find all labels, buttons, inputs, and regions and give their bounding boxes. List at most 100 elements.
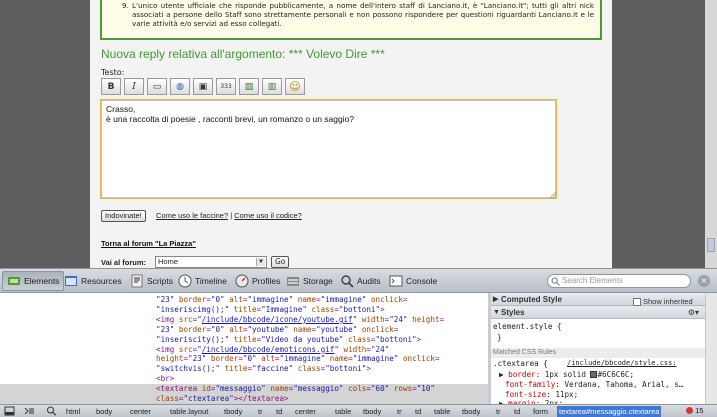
tab-timeline[interactable]: Timeline	[174, 271, 231, 291]
testo-label: Testo:	[101, 68, 125, 77]
prop-border[interactable]: ▶ border: 1px solid #6C6C6C;	[499, 370, 634, 379]
breadcrumb-item[interactable]: tbody	[460, 406, 482, 417]
breadcrumb-item[interactable]: tbody	[361, 406, 383, 417]
page-scrollbar[interactable]	[705, 0, 717, 268]
chevron-down-icon: ▼	[256, 258, 265, 266]
breadcrumb-item[interactable]: table	[432, 406, 452, 417]
breadcrumb-item[interactable]: form	[531, 406, 550, 417]
back-to-forum-link[interactable]: Torna al forum "La Piazza"	[101, 239, 196, 248]
computed-style-label: Computed Style	[501, 295, 562, 304]
dock-icon[interactable]	[4, 406, 15, 416]
computed-style-header[interactable]: ▶ Computed Style Show inherited	[491, 293, 705, 306]
dom-line[interactable]: "23" border="0" alt="immagine" name="imm…	[156, 295, 408, 305]
dom-line[interactable]: "switchvis();" title="faccine" class="bo…	[156, 364, 371, 374]
collapse-triangle-icon: ▼	[493, 309, 500, 316]
error-count-value: 15	[695, 406, 704, 415]
breadcrumb-item[interactable]: td	[413, 406, 423, 417]
dom-line[interactable]: height="23" border="0" alt="immagine" na…	[156, 354, 440, 364]
tab-resources-label: Resources	[81, 276, 122, 286]
forum-page: 9. L'unico utente ufficiale che risponde…	[90, 0, 612, 268]
tab-timeline-label: Timeline	[195, 276, 227, 286]
rule-selector[interactable]: .ctextarea {	[493, 359, 548, 368]
tab-profiles[interactable]: Profiles	[231, 271, 284, 291]
breadcrumb-item[interactable]: center	[293, 406, 318, 417]
breadcrumb-item[interactable]: td	[512, 406, 522, 417]
prop-font-size-name: font-size	[505, 390, 547, 399]
breadcrumb-item[interactable]: tbody	[222, 406, 244, 417]
search-elements-input[interactable]: Search Elements	[547, 274, 691, 288]
web-inspector: Elements Resources Scripts Timeline Prof…	[0, 268, 717, 417]
link-button[interactable]: ◍	[170, 78, 190, 95]
italic-glyph: I	[132, 81, 136, 92]
page-scrollbar-thumb[interactable]	[707, 238, 715, 252]
film-icon: ▥	[267, 81, 277, 92]
resources-icon	[65, 276, 77, 286]
breadcrumb-item[interactable]: tr	[395, 406, 404, 417]
code-button[interactable]: ▣	[193, 78, 213, 95]
prop-font-family[interactable]: font-family: Verdana, Tahoma, Arial, s…	[505, 380, 683, 389]
browser-viewport: 9. L'unico utente ufficiale che risponde…	[0, 0, 717, 268]
bbcode-toolbar: B I ▭ ◍ ▣ 333 ▨ ▥ ☺	[101, 78, 305, 98]
styles-header[interactable]: ▼ Styles ⚙▾	[491, 306, 705, 319]
tab-scripts[interactable]: Scripts	[126, 271, 177, 291]
breadcrumb-selected[interactable]: textarea#messaggio.ctextarea	[557, 406, 662, 417]
elements-icon	[8, 277, 20, 285]
matched-rules-label: Matched CSS Rules	[491, 348, 705, 358]
dom-line[interactable]: <br>	[156, 374, 174, 384]
rules-item-number: 9.	[122, 1, 129, 10]
tab-storage[interactable]: Storage	[282, 271, 337, 291]
rule-source-link[interactable]: /include/bbcode/style.css:	[567, 359, 677, 367]
tab-console[interactable]: Console	[385, 271, 441, 291]
close-icon[interactable]: ×	[698, 275, 710, 287]
resize-grip-icon[interactable]	[548, 190, 556, 198]
tab-audits-label: Audits	[357, 276, 381, 286]
breadcrumb-item[interactable]: td	[274, 406, 284, 417]
smileys-help-link[interactable]: Come uso le faccine?	[156, 211, 228, 220]
breadcrumb-item[interactable]: tr	[494, 406, 503, 417]
dom-line[interactable]: <img src="/include/bbcode/icone/youtube.…	[156, 315, 444, 325]
dom-line-selected[interactable]: <textarea id="messaggio" name="messaggio…	[0, 384, 488, 395]
breadcrumb-item[interactable]: table	[333, 406, 353, 417]
emoticons-button[interactable]: ☺	[285, 78, 305, 95]
indovinate-button[interactable]: Indovinate!	[101, 210, 146, 222]
bold-button[interactable]: B	[101, 78, 121, 95]
youtube-button[interactable]: ▥	[262, 78, 282, 95]
dom-tree-pane[interactable]: "23" border="0" alt="immagine" name="imm…	[0, 293, 488, 404]
help-links: Come uso le faccine? | Come uso il codic…	[156, 211, 302, 220]
styles-scrollbar[interactable]	[705, 293, 717, 404]
quote-icon: ▭	[152, 81, 162, 92]
dom-line-selected[interactable]: class="ctextarea"></textarea>	[0, 394, 488, 404]
code-help-link[interactable]: Come uso il codice?	[234, 211, 302, 220]
code-icon: ▣	[198, 81, 208, 92]
tab-profiles-label: Profiles	[252, 276, 281, 286]
dom-line[interactable]: <img src="/include/bbcode/emoticons.gif"…	[156, 345, 389, 355]
gear-icon[interactable]: ⚙▾	[688, 306, 699, 319]
breadcrumb-item[interactable]: center	[128, 406, 153, 417]
element-style-rule[interactable]: element.style {	[493, 322, 562, 331]
breadcrumb-item[interactable]: body	[94, 406, 114, 417]
forum-select[interactable]: Home ▼	[155, 256, 267, 268]
inspect-search-icon[interactable]	[46, 406, 57, 416]
go-button[interactable]: Go	[271, 256, 290, 268]
image-button[interactable]: ▨	[239, 78, 259, 95]
tab-audits[interactable]: Audits	[336, 271, 385, 291]
breadcrumb-item[interactable]: tr	[256, 406, 265, 417]
message-textarea[interactable]: Crasso, è una raccolta di poesie , racco…	[100, 99, 557, 199]
error-counter[interactable]: 15	[686, 406, 703, 415]
prop-font-size[interactable]: font-size: 11px;	[505, 390, 578, 399]
console-icon	[389, 275, 403, 287]
quote-button[interactable]: ▭	[147, 78, 167, 95]
dom-line[interactable]: "23" border="0" alt="youtube" name="yout…	[156, 325, 398, 335]
italic-button[interactable]: I	[124, 78, 144, 95]
prop-font-family-value: Verdana, Tahoma, Arial, s…	[564, 380, 684, 389]
show-inherited-checkbox[interactable]	[633, 297, 641, 306]
breadcrumb-item[interactable]: table.layout	[168, 406, 210, 417]
dom-line[interactable]: "inseriscity();" title="Video da youtube…	[156, 335, 421, 345]
breadcrumb-item[interactable]: html	[64, 406, 82, 417]
tab-resources[interactable]: Resources	[60, 271, 126, 291]
tab-elements[interactable]: Elements	[2, 271, 65, 291]
dom-line[interactable]: "inseriscimg();" title="Immagine" class=…	[156, 305, 385, 315]
console-toggle-icon[interactable]	[24, 406, 35, 416]
list-button[interactable]: 333	[216, 78, 236, 95]
styles-sidebar: ▶ Computed Style Show inherited ▼ Styles…	[491, 293, 705, 404]
